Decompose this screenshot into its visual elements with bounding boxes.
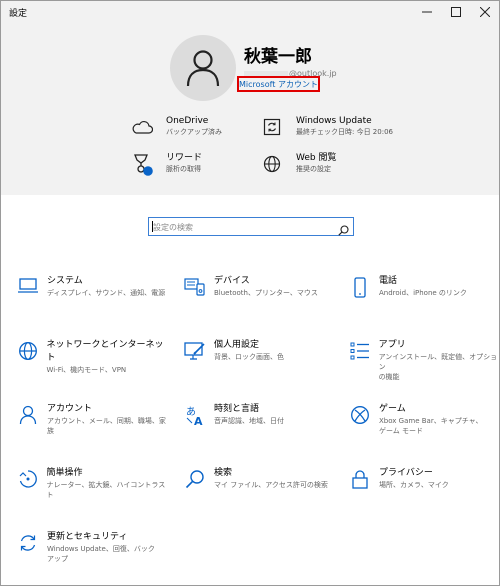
tile-subtitle: ゲーム モード bbox=[379, 427, 424, 435]
tile-title: 個人用設定 bbox=[214, 340, 260, 350]
svg-text:A: A bbox=[194, 415, 203, 427]
hub-subtitle: バックアップ済み bbox=[166, 128, 222, 136]
tile-accounts[interactable]: アカウント アカウント、メール、同期、職場、家 族 bbox=[15, 403, 170, 447]
tile-search[interactable]: 検索 マイ ファイル、アクセス許可の検索 bbox=[182, 467, 337, 511]
tile-title: 時刻と言語 bbox=[214, 404, 260, 414]
tile-subtitle: アカウント、メール、同期、職場、家 bbox=[47, 417, 166, 425]
tile-subtitle: Bluetooth、プリンター、マウス bbox=[214, 289, 318, 297]
tile-update-security[interactable]: 更新とセキュリティ Windows Update、回復、バック アップ bbox=[15, 531, 170, 575]
tile-personalization[interactable]: 個人用設定 背景、ロック画面、色 bbox=[182, 339, 337, 383]
hub-subtitle: 脈析の取得 bbox=[166, 165, 201, 173]
minimize-button[interactable] bbox=[413, 1, 441, 23]
tile-title: デバイス bbox=[214, 276, 250, 286]
hub-rewards[interactable]: リワード 脈析の取得 bbox=[126, 152, 202, 176]
search-input[interactable]: 設定の検索 bbox=[153, 222, 193, 233]
settings-search[interactable]: 設定の検索 bbox=[148, 217, 354, 236]
tile-system[interactable]: システム ディスプレイ、サウンド、通知、電源 bbox=[15, 275, 170, 319]
person-icon bbox=[15, 403, 41, 429]
lock-icon bbox=[347, 467, 373, 493]
personalization-icon bbox=[182, 339, 208, 365]
tile-devices[interactable]: デバイス Bluetooth、プリンター、マウス bbox=[182, 275, 337, 319]
tile-apps[interactable]: アプリ アンインストール、既定値、オプション の機能 bbox=[347, 339, 499, 383]
time-language-icon: あA bbox=[182, 403, 208, 429]
hub-onedrive[interactable]: OneDrive バックアップ済み bbox=[126, 115, 222, 139]
update-security-icon bbox=[15, 531, 41, 557]
hub-title: リワード bbox=[166, 153, 203, 163]
tile-subtitle: ナレーター、拡大鏡、ハイコントラスト bbox=[46, 481, 166, 499]
title-bar: 設定 bbox=[1, 1, 499, 23]
hub-title: OneDrive bbox=[166, 116, 209, 126]
ease-of-access-icon bbox=[15, 467, 41, 493]
network-globe-icon bbox=[15, 339, 40, 365]
account-header: 秋葉一郎 @outlook.jp Microsoft アカウント OneDriv… bbox=[1, 23, 499, 195]
maximize-button[interactable] bbox=[442, 1, 470, 23]
tile-title: プライバシー bbox=[379, 468, 433, 478]
tile-time-language[interactable]: あA 時刻と言語 音声認識、地域、日付 bbox=[182, 403, 337, 447]
laptop-icon bbox=[15, 275, 41, 301]
tile-subtitle: 背景、ロック画面、色 bbox=[214, 353, 284, 361]
tile-title: 検索 bbox=[214, 468, 233, 478]
microsoft-account-link[interactable]: Microsoft アカウント bbox=[237, 76, 320, 92]
tile-subtitle: Xbox Game Bar、キャプチャ、 bbox=[379, 417, 483, 425]
close-icon bbox=[480, 7, 490, 17]
tile-title: 電話 bbox=[379, 276, 398, 286]
tile-subtitle: 音声認識、地域、日付 bbox=[214, 417, 284, 425]
search-icon bbox=[182, 467, 208, 493]
tile-subtitle: アンインストール、既定値、オプション bbox=[378, 353, 498, 371]
settings-window: 設定 秋葉一郎 @outlook.jp Microsoft アカウント OneD… bbox=[0, 0, 500, 586]
tile-ease-of-access[interactable]: 簡単操作 ナレーター、拡大鏡、ハイコントラスト bbox=[15, 467, 170, 511]
close-button[interactable] bbox=[471, 1, 499, 23]
hub-subtitle: 推奨の設定 bbox=[296, 165, 331, 173]
tile-network-internet[interactable]: ネットワークとインターネット Wi-Fi、機内モード、VPN bbox=[15, 339, 170, 383]
tile-title: アプリ bbox=[378, 340, 406, 350]
tile-subtitle: アップ bbox=[47, 555, 68, 563]
hub-title: Web 閲覧 bbox=[296, 153, 337, 163]
tile-title: 簡単操作 bbox=[46, 468, 83, 478]
tile-phone[interactable]: 電話 Android、iPhone のリンク bbox=[347, 275, 499, 319]
window-title: 設定 bbox=[9, 9, 28, 19]
xbox-icon bbox=[347, 403, 373, 429]
account-name: 秋葉一郎 bbox=[244, 47, 312, 67]
maximize-icon bbox=[451, 7, 461, 17]
devices-icon bbox=[182, 275, 208, 301]
hub-windows-update[interactable]: Windows Update 最終チェック日時: 今日 20:06 bbox=[256, 115, 393, 139]
tile-subtitle: Windows Update、回復、バック bbox=[47, 545, 155, 553]
tile-subtitle: ディスプレイ、サウンド、通知、電源 bbox=[47, 289, 166, 297]
hub-title: Windows Update bbox=[296, 116, 372, 126]
tile-subtitle: 族 bbox=[47, 427, 54, 435]
hub-subtitle: 最終チェック日時: 今日 20:06 bbox=[296, 128, 393, 136]
phone-icon bbox=[347, 275, 373, 301]
tile-subtitle: 場所、カメラ、マイク bbox=[379, 481, 449, 489]
tile-gaming[interactable]: ゲーム Xbox Game Bar、キャプチャ、 ゲーム モード bbox=[347, 403, 499, 447]
tile-subtitle: Wi-Fi、機内モード、VPN bbox=[46, 366, 127, 374]
search-icon[interactable] bbox=[338, 221, 349, 240]
cloud-icon bbox=[126, 115, 158, 139]
rewards-trophy-icon bbox=[126, 152, 158, 176]
tile-title: アカウント bbox=[47, 404, 93, 414]
tile-title: 更新とセキュリティ bbox=[47, 532, 128, 542]
windows-update-icon bbox=[256, 115, 288, 139]
tile-title: システム bbox=[47, 276, 83, 286]
avatar[interactable] bbox=[170, 35, 236, 101]
hub-web-browsing[interactable]: Web 閲覧 推奨の設定 bbox=[256, 152, 336, 176]
tile-subtitle: マイ ファイル、アクセス許可の検索 bbox=[214, 481, 328, 489]
minimize-icon bbox=[422, 11, 432, 13]
globe-icon bbox=[256, 152, 288, 176]
apps-icon bbox=[347, 339, 373, 365]
tile-title: ゲーム bbox=[379, 404, 406, 414]
tile-title: ネットワークとインターネット bbox=[46, 340, 164, 363]
tile-privacy[interactable]: プライバシー 場所、カメラ、マイク bbox=[347, 467, 499, 511]
tile-subtitle: Android、iPhone のリンク bbox=[379, 289, 467, 297]
user-avatar-icon bbox=[186, 50, 220, 87]
tile-subtitle: の機能 bbox=[378, 373, 400, 381]
